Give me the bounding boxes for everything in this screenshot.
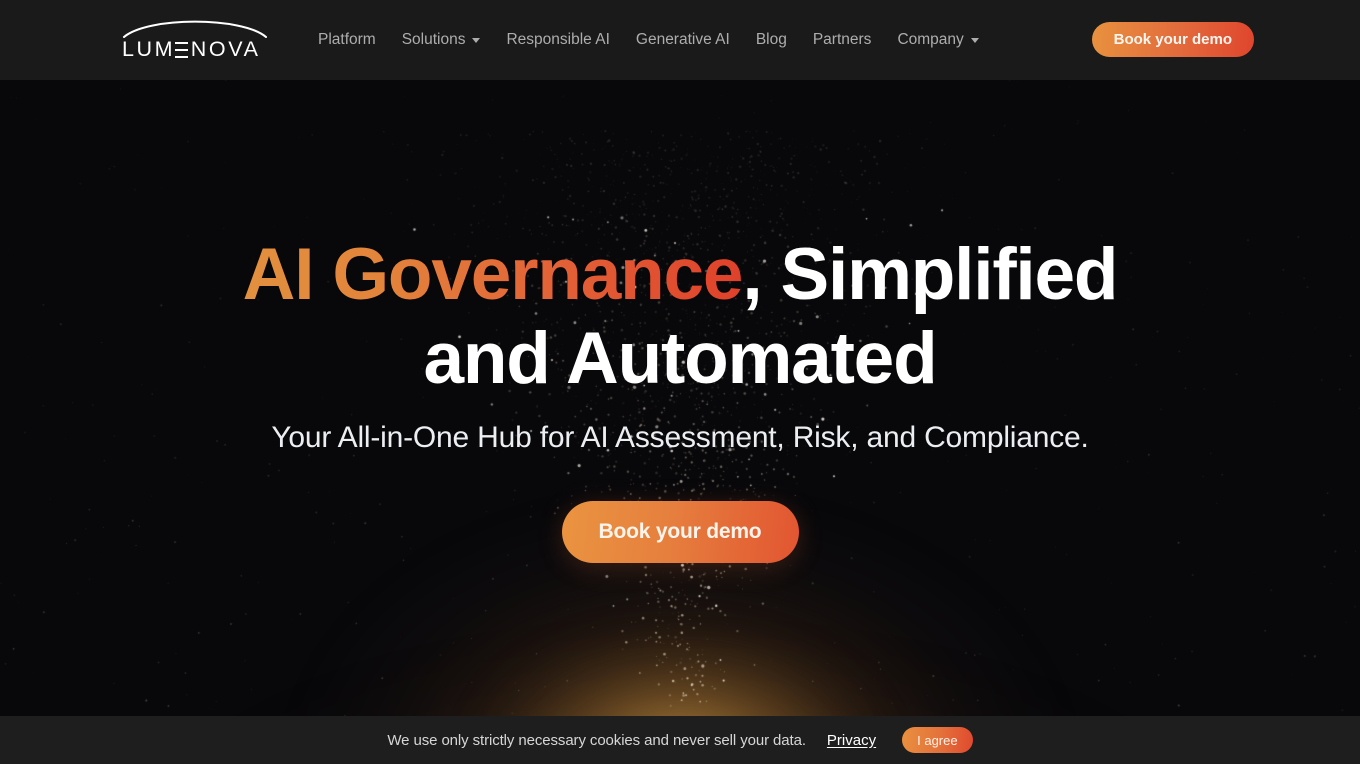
nav-item-company[interactable]: Company — [884, 32, 991, 48]
nav-item-label: Blog — [755, 31, 787, 49]
cookie-agree-label: I agree — [917, 732, 958, 748]
nav-item-label: Platform — [318, 31, 376, 49]
hero-headline-accent: AI Governance — [242, 234, 744, 315]
cookie-agree-button[interactable]: I agree — [902, 727, 973, 753]
arc-icon — [122, 20, 268, 38]
hero-subheadline: Your All-in-One Hub for AI Assessment, R… — [271, 421, 1089, 454]
nav-item-partners[interactable]: Partners — [800, 32, 885, 48]
header-book-demo-label: Book your demo — [1113, 31, 1232, 48]
header-book-demo-button[interactable]: Book your demo — [1091, 22, 1254, 57]
brand-logo-text-pre: LUM — [122, 37, 176, 61]
brand-logo-text-post: NOVA — [190, 37, 261, 61]
cookie-consent-banner: We use only strictly necessary cookies a… — [0, 716, 1360, 764]
nav-item-label: Partners — [812, 31, 872, 49]
main-navigation: Platform Solutions Responsible AI Genera… — [318, 0, 992, 80]
brand-logo-text: LUM NOVA — [122, 37, 268, 61]
hero-section: AI Governance, Simplified and Automated … — [0, 80, 1360, 716]
chevron-down-icon — [472, 37, 481, 43]
nav-item-platform[interactable]: Platform — [318, 32, 389, 48]
hero-content: AI Governance, Simplified and Automated … — [0, 80, 1360, 716]
cookie-message: We use only strictly necessary cookies a… — [387, 731, 806, 749]
site-header: LUM NOVA Platform Solutions Responsible A… — [0, 0, 1360, 80]
nav-item-label: Generative AI — [635, 31, 730, 49]
nav-item-generative-ai[interactable]: Generative AI — [623, 32, 743, 48]
nav-item-label: Company — [897, 31, 964, 49]
hero-book-demo-button[interactable]: Book your demo — [561, 501, 799, 563]
hero-book-demo-label: Book your demo — [598, 520, 762, 543]
brand-logo[interactable]: LUM NOVA — [122, 14, 268, 64]
nav-item-blog[interactable]: Blog — [743, 32, 800, 48]
nav-item-solutions[interactable]: Solutions — [389, 32, 494, 48]
nav-item-label: Responsible AI — [506, 31, 610, 49]
page-root: LUM NOVA Platform Solutions Responsible A… — [0, 0, 1360, 764]
hero-headline: AI Governance, Simplified and Automated — [210, 233, 1150, 401]
brand-logo-e-glyph — [175, 42, 189, 58]
nav-item-responsible-ai[interactable]: Responsible AI — [493, 32, 622, 48]
chevron-down-icon — [970, 37, 979, 43]
nav-item-label: Solutions — [401, 31, 466, 49]
cookie-privacy-link[interactable]: Privacy — [827, 732, 876, 749]
